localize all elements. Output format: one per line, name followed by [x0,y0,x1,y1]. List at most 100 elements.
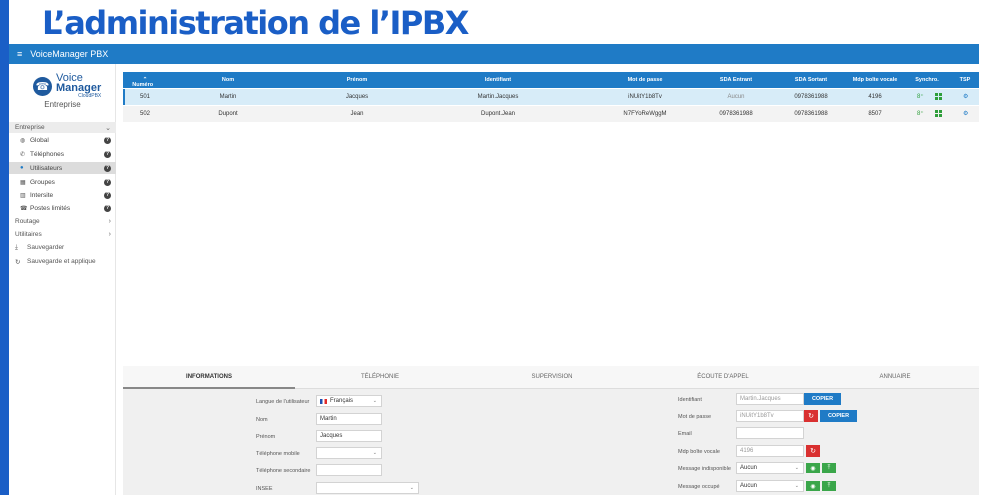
refresh-icon: ↻ [15,258,21,266]
detail-tabs: INFORMATIONS TÉLÉPHONIE SUPERVISION ÉCOU… [123,366,979,389]
upload-indispo-button[interactable]: ⤒ [822,463,836,473]
msg-indispo-select[interactable]: Aucun ⌄ [736,462,804,474]
identifiant-label: Identifiant [678,397,702,403]
fax-icon: ☎ [20,205,28,212]
sidebar-item-utilisateurs[interactable]: ● Utilisateurs ? [9,162,116,174]
france-flag-icon [320,398,327,404]
upload-occupe-button[interactable]: ⤒ [822,481,836,491]
logo: ☎ Voice Manager CloudPBX [33,73,101,99]
sidebar-section-entreprise[interactable]: Entreprise ⌄ [9,122,116,133]
chevron-right-icon: › [108,231,111,238]
sidebar-save-apply-label: Sauvegarde et applique [27,258,96,265]
sidebar-save[interactable]: ⤓ Sauvegarder [9,242,116,253]
sidebar-item-groupes[interactable]: ▦ Groupes ? [9,176,116,188]
nom-label: Nom [256,417,268,423]
tsp-icon[interactable]: ⚙ [963,110,968,117]
help-icon[interactable]: ? [104,164,111,172]
tsp-icon[interactable]: ⚙ [963,93,968,100]
company-name: Entreprise [44,100,81,109]
copy-identifiant-button[interactable]: COPIER [804,393,841,405]
msg-indispo-label: Message indisponible [678,466,731,472]
sidebar-item-label: Postes limités [30,204,71,212]
cell-identifiant: Martin.Jacques [477,94,519,100]
sidebar: ☎ Voice Manager CloudPBX Entreprise Entr… [9,64,116,495]
secondaire-label: Téléphone secondaire [256,468,311,474]
regenerate-vm-password-button[interactable]: ↻ [806,445,820,457]
help-icon[interactable]: ? [104,150,111,158]
sidebar-item-label: Global [30,136,49,144]
help-icon[interactable]: ? [104,136,111,144]
email-label: Email [678,431,692,437]
refresh-icon: ↻ [810,448,816,455]
copy-password-button[interactable]: COPIER [820,410,857,422]
help-icon[interactable]: ? [104,191,111,199]
hamburger-icon[interactable]: ≡ [17,49,22,59]
slide: L’administration de l’IPBX ≡ VoiceManage… [0,0,983,495]
google-sync-icon[interactable]: 8⁺ [917,110,924,117]
slide-left-stripe [0,0,9,495]
upload-icon: ⤒ [827,464,831,471]
globe-icon: ◍ [20,137,26,144]
sidebar-item-intersite[interactable]: ▥ Intersite ? [9,189,116,201]
cell-sda-entrant: 0978361988 [719,111,753,117]
windows-sync-icon[interactable] [935,110,942,117]
col-header-sda-sortant[interactable]: SDA Sortant [795,77,827,83]
col-header-mdp-vocale[interactable]: Mdp boîte vocale [853,77,898,83]
help-icon[interactable]: ? [104,204,111,212]
cell-sda-entrant: Aucun [727,94,745,100]
col-header-nom[interactable]: Nom [222,77,234,83]
msg-occupe-select[interactable]: Aucun ⌄ [736,480,804,492]
col-header-mot-de-passe[interactable]: Mot de passe [628,77,663,83]
tab-ecoute-appel[interactable]: ÉCOUTE D'APPEL [697,374,749,380]
windows-sync-icon[interactable] [935,93,942,100]
sidebar-section-label: Entreprise [15,124,45,131]
group-icon: ▦ [20,179,26,186]
sidebar-item-postes-limites[interactable]: ☎ Postes limités ? [9,202,116,214]
regenerate-password-button[interactable]: ↻ [804,410,818,422]
cell-sda-sortant: 0978361988 [794,94,828,100]
tab-supervision[interactable]: SUPERVISION [532,374,573,380]
col-header-sda-entrant[interactable]: SDA Entrant [720,77,752,83]
tab-informations[interactable]: INFORMATIONS [186,374,232,380]
sidebar-item-global[interactable]: ◍ Global ? [9,134,116,146]
listen-indispo-button[interactable]: ◉ [806,463,820,473]
sidebar-item-telephones[interactable]: ✆ Téléphones ? [9,148,116,160]
secondaire-field[interactable] [316,464,382,476]
vm-password-field[interactable]: 4196 [736,445,804,457]
sidebar-section-utilitaires[interactable]: Utilitaires › [9,229,116,240]
table-row[interactable]: 501 Martin Jacques Martin.Jacques iNUitY… [123,89,979,105]
nom-field[interactable]: Martin [316,413,382,425]
identifiant-field[interactable]: Martin.Jacques [736,393,804,405]
chevron-down-icon: ⌄ [409,485,414,491]
table-row[interactable]: 502 Dupont Jean Dupont.Jean N7FYoReWggM … [123,106,979,122]
cell-mot-de-passe: iNUitY1b8Tv [628,94,662,100]
cell-nom: Dupont [218,111,238,117]
cell-identifiant: Dupont.Jean [480,111,516,117]
chevron-down-icon: ⌄ [372,398,377,404]
prenom-field[interactable]: Jacques [316,430,382,442]
app-title: VoiceManager PBX [30,49,109,59]
sidebar-section-routage[interactable]: Routage › [9,216,116,227]
col-header-identifiant[interactable]: Identifiant [485,77,511,83]
tab-telephonie[interactable]: TÉLÉPHONIE [361,374,399,380]
col-header-synchro[interactable]: Synchro. [915,77,939,83]
col-header-numero[interactable]: Numéro ⌃ [132,77,153,88]
langue-select[interactable]: Français ⌄ [316,395,382,407]
tab-annuaire[interactable]: ANNUAIRE [879,374,910,380]
insee-label: INSEE [256,486,273,492]
refresh-icon: ↻ [808,413,814,420]
col-header-tsp[interactable]: TSP [960,77,971,83]
user-icon: ● [20,165,24,171]
google-sync-icon[interactable]: 8⁺ [917,93,924,100]
col-header-prenom[interactable]: Prénom [347,77,367,83]
help-icon[interactable]: ? [104,178,111,186]
listen-occupe-button[interactable]: ◉ [806,481,820,491]
mobile-field[interactable]: ⌄ [316,447,382,459]
mdp-field[interactable]: iNUitY1b8Tv [736,410,804,422]
email-field[interactable] [736,427,804,439]
sidebar-item-label: Téléphones [30,150,64,158]
cell-mot-de-passe: N7FYoReWggM [623,111,667,117]
sidebar-save-apply[interactable]: ↻ Sauvegarde et applique [9,256,116,267]
insee-select[interactable]: ⌄ [316,482,419,494]
cell-numero: 501 [139,94,151,100]
